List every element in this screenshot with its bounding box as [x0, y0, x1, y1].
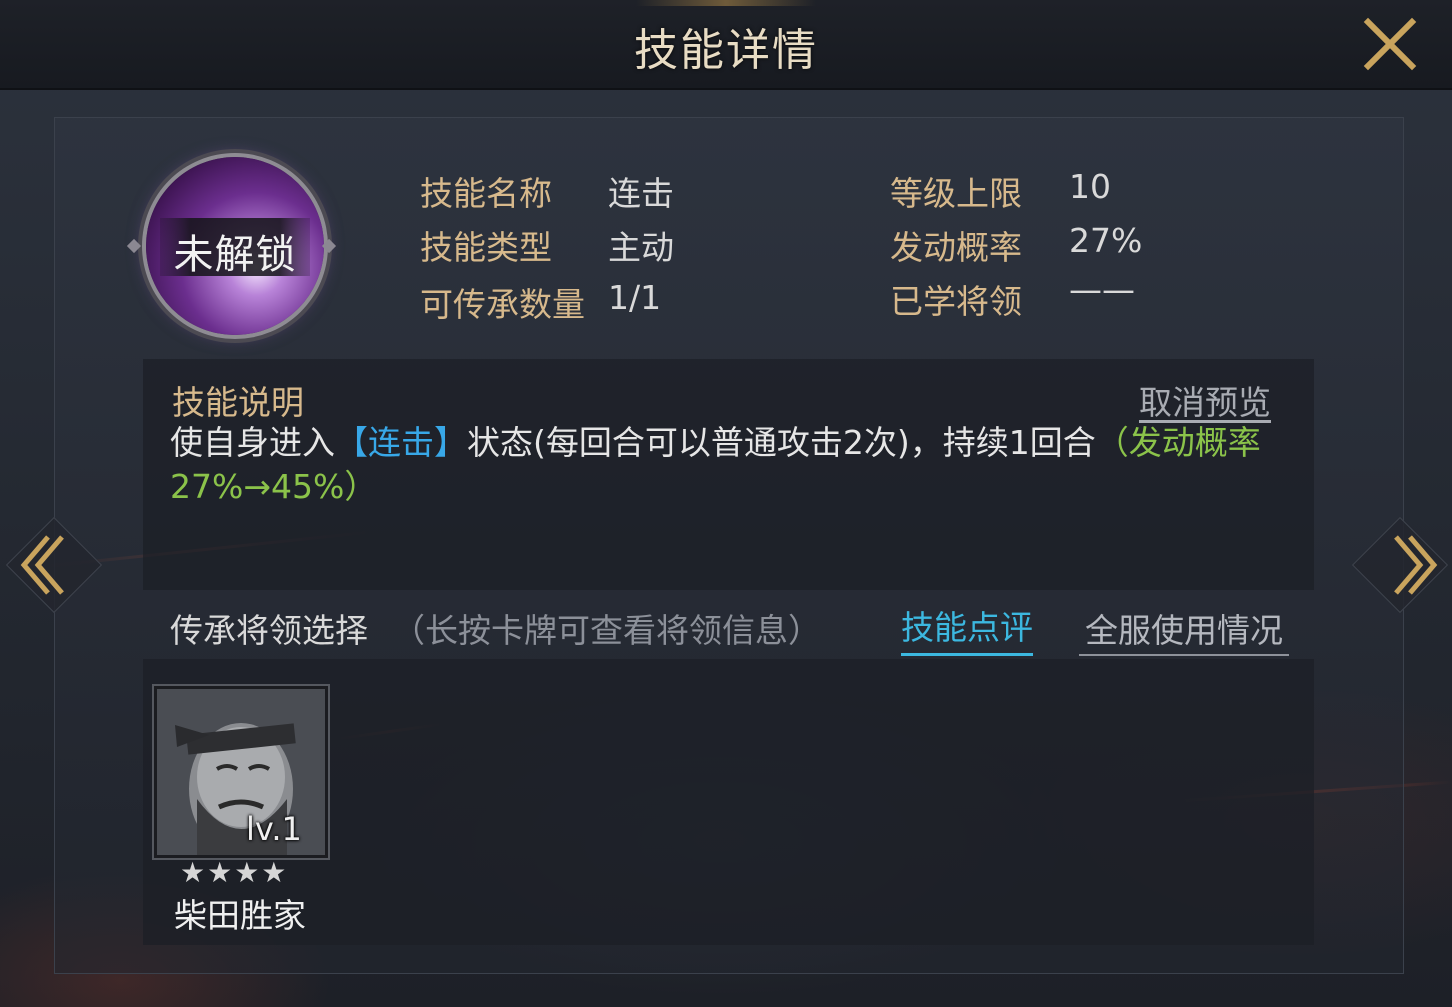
inherit-general-label: 传承将领选择 [170, 611, 368, 650]
general-stars: ★★★★ [180, 856, 289, 889]
skill-type-label: 技能类型 [420, 228, 552, 267]
inherit-count-label: 可传承数量 [420, 285, 585, 324]
skill-detail-screen: 技能详情 未解锁 技能名称 连击 技能类型 主动 可传承数量 1/1 等级上限 … [0, 0, 1452, 1007]
learned-by-label: 已学将领 [890, 282, 1022, 321]
chevron-left-icon[interactable] [18, 533, 68, 597]
inherit-hint: （长按卡牌可查看将领信息） [392, 611, 821, 650]
description-title: 技能说明 [172, 383, 304, 422]
general-level: lv.1 [246, 810, 302, 848]
description-skill-highlight: 【连击】 [335, 423, 467, 462]
cancel-preview-link[interactable]: 取消预览 [1139, 376, 1271, 424]
chevron-right-icon[interactable] [1390, 533, 1440, 597]
skill-name-value: 连击 [608, 174, 674, 213]
level-cap-value: 10 [1069, 167, 1111, 206]
title-bar: 技能详情 [0, 0, 1452, 90]
lock-status: 未解锁 [173, 232, 297, 278]
title-ornament [636, 0, 816, 6]
inherit-count-value: 1/1 [608, 278, 662, 317]
page-title: 技能详情 [634, 25, 818, 76]
general-name: 柴田胜家 [174, 896, 306, 935]
server-usage-link[interactable]: 全服使用情况 [1079, 604, 1289, 656]
skill-name-label: 技能名称 [420, 174, 552, 213]
skill-review-link[interactable]: 技能点评 [901, 601, 1033, 656]
close-icon [1363, 17, 1417, 71]
description-text: 使自身进入【连击】状态(每回合可以普通攻击2次)，持续1回合（发动概率27%→4… [170, 421, 1280, 509]
level-cap-label: 等级上限 [890, 174, 1022, 213]
trigger-rate-label: 发动概率 [890, 228, 1022, 267]
trigger-rate-value: 27% [1069, 221, 1143, 260]
learned-by-value: —— [1069, 270, 1135, 309]
skill-type-value: 主动 [608, 228, 674, 267]
description-middle: 状态(每回合可以普通攻击2次)，持续1回合 [467, 423, 1096, 462]
description-prefix: 使自身进入 [170, 423, 335, 462]
close-button[interactable] [1362, 16, 1418, 72]
